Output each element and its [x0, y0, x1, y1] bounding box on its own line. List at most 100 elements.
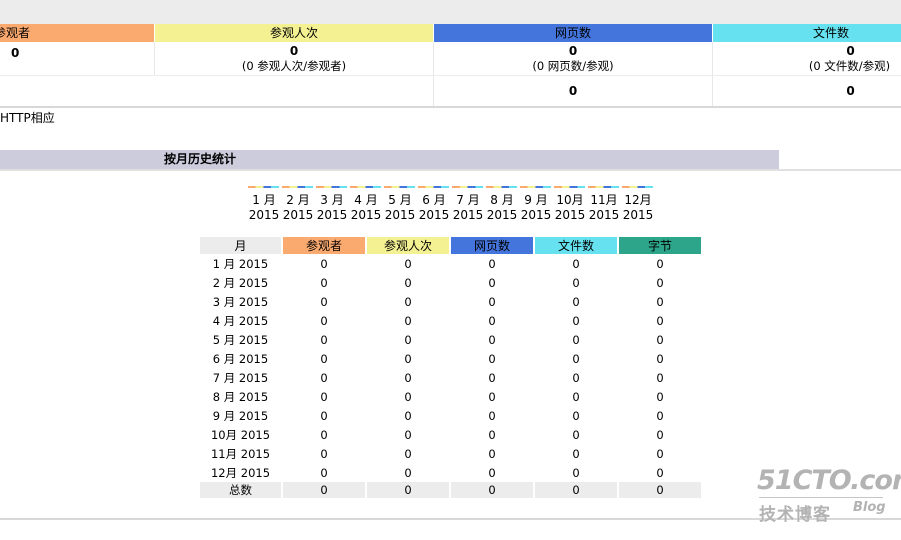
- table-cell-bytes: 0: [656, 332, 664, 347]
- table-cell-visits: 0: [404, 256, 412, 271]
- table-cell-bytes: 0: [656, 294, 664, 309]
- table-cell-files: 0: [572, 446, 580, 461]
- divider: [154, 42, 155, 75]
- total-visits: 0: [367, 482, 449, 498]
- bar-mark: [622, 186, 653, 188]
- bar-mark: [554, 186, 585, 188]
- table-cell-pages: 0: [488, 256, 496, 271]
- col-header-visits: 参观人次: [367, 237, 449, 254]
- table-cell-files: 0: [572, 313, 580, 328]
- table-cell-visitors: 0: [320, 332, 328, 347]
- table-cell-visits: 0: [404, 370, 412, 385]
- table-cell-pages: 0: [488, 408, 496, 423]
- bar-mark: [486, 186, 517, 188]
- table-cell-pages: 0: [488, 446, 496, 461]
- table-cell-files: 0: [572, 427, 580, 442]
- col-header-files: 文件数: [535, 237, 617, 254]
- bar-mark: [248, 186, 279, 188]
- table-cell-month: 4 月 2015: [212, 313, 269, 328]
- table-row: 3 月 2015 0 0 0 0 0: [200, 292, 701, 311]
- bar-label: 4 月 2015: [350, 193, 382, 222]
- table-cell-files: 0: [572, 332, 580, 347]
- bar-mark: [316, 186, 347, 188]
- table-cell-pages: 0: [488, 351, 496, 366]
- bar-label: 10月 2015: [554, 193, 586, 222]
- table-row: 6 月 2015 0 0 0 0 0: [200, 349, 701, 368]
- divider: [0, 169, 901, 171]
- col-header-visitors: 参观者: [283, 237, 365, 254]
- table-row: 12月 2015 0 0 0 0 0: [200, 463, 701, 482]
- bar-label: 3 月 2015: [316, 193, 348, 222]
- summary-files-value: 0: [846, 44, 855, 58]
- watermark-blog: Blog: [853, 500, 886, 515]
- watermark-logo: 51CTO.com 技术博客 Blog: [757, 465, 901, 526]
- table-cell-pages: 0: [488, 370, 496, 385]
- summary-pages-total: 0: [568, 84, 578, 98]
- table-cell-visitors: 0: [320, 351, 328, 366]
- table-cell-bytes: 0: [656, 465, 664, 480]
- table-cell-pages: 0: [488, 389, 496, 404]
- table-cell-bytes: 0: [656, 370, 664, 385]
- monthly-stats-table: 月 参观者 参观人次 网页数 文件数 字节 1 月 2015 0 0 0 0 0 2 月 2…: [198, 237, 703, 498]
- table-row: 11月 2015 0 0 0 0 0: [200, 444, 701, 463]
- bar-mark: [520, 186, 551, 188]
- table-cell-files: 0: [572, 389, 580, 404]
- summary-header-pages: 网页数: [434, 24, 712, 42]
- table-cell-visitors: 0: [320, 294, 328, 309]
- summary-header-pages-label: 网页数: [554, 26, 591, 40]
- table-cell-month: 9 月 2015: [212, 408, 269, 423]
- table-cell-month: 10月 2015: [210, 427, 271, 442]
- table-cell-pages: 0: [488, 427, 496, 442]
- bar-mark: [418, 186, 449, 188]
- table-row: 10月 2015 0 0 0 0 0: [200, 425, 701, 444]
- total-row: 总数 0 0 0 0 0: [200, 482, 701, 498]
- table-cell-visits: 0: [404, 408, 412, 423]
- table-cell-pages: 0: [488, 294, 496, 309]
- table-cell-visits: 0: [404, 332, 412, 347]
- table-cell-visitors: 0: [320, 313, 328, 328]
- col-header-pages: 网页数: [451, 237, 533, 254]
- table-cell-visitors: 0: [320, 465, 328, 480]
- table-cell-pages: 0: [488, 465, 496, 480]
- table-cell-month: 7 月 2015: [212, 370, 269, 385]
- table-cell-month: 1 月 2015: [212, 256, 269, 271]
- table-cell-month: 8 月 2015: [212, 389, 269, 404]
- summary-pages-ratio: (0 网页数/参观): [532, 59, 614, 73]
- table-cell-visitors: 0: [320, 370, 328, 385]
- table-cell-bytes: 0: [656, 446, 664, 461]
- table-cell-visits: 0: [404, 427, 412, 442]
- table-cell-visitors: 0: [320, 446, 328, 461]
- watermark-main: 51CTO.com: [757, 465, 901, 496]
- top-strip: [0, 0, 901, 24]
- bar-label: 8 月 2015: [486, 193, 518, 222]
- table-cell-bytes: 0: [656, 275, 664, 290]
- bar-mark: [350, 186, 381, 188]
- summary-pages-value: 0: [568, 44, 578, 58]
- summary-visits-ratio: (0 参观人次/参观者): [241, 59, 347, 73]
- summary-header-visits-label: 参观人次: [269, 26, 318, 40]
- divider: [0, 106, 901, 108]
- table-cell-month: 5 月 2015: [212, 332, 269, 347]
- table-cell-bytes: 0: [656, 408, 664, 423]
- bar-mark: [588, 186, 619, 188]
- total-bytes: 0: [619, 482, 701, 498]
- summary-header-visitors: 参观者: [0, 24, 154, 42]
- table-cell-visitors: 0: [320, 427, 328, 442]
- bar-mark: [452, 186, 483, 188]
- summary-header-files: 文件数: [713, 24, 901, 42]
- col-header-month: 月: [200, 237, 281, 254]
- summary-header-files-label: 文件数: [812, 26, 849, 40]
- table-cell-files: 0: [572, 408, 580, 423]
- summary-files-ratio: (0 文件数/参观): [808, 59, 891, 73]
- table-cell-visits: 0: [404, 389, 412, 404]
- summary-pages-cell: 0 (0 网页数/参观): [434, 44, 712, 77]
- summary-header-visitors-label: 参观者: [0, 26, 31, 40]
- table-cell-month: 6 月 2015: [212, 351, 269, 366]
- watermark-sub: 技术博客: [759, 505, 831, 525]
- table-row: 4 月 2015 0 0 0 0 0: [200, 311, 701, 330]
- bar-mark: [282, 186, 313, 188]
- table-cell-pages: 0: [488, 332, 496, 347]
- bar-label: 2 月 2015: [282, 193, 314, 222]
- table-cell-visits: 0: [404, 275, 412, 290]
- table-cell-visits: 0: [404, 351, 412, 366]
